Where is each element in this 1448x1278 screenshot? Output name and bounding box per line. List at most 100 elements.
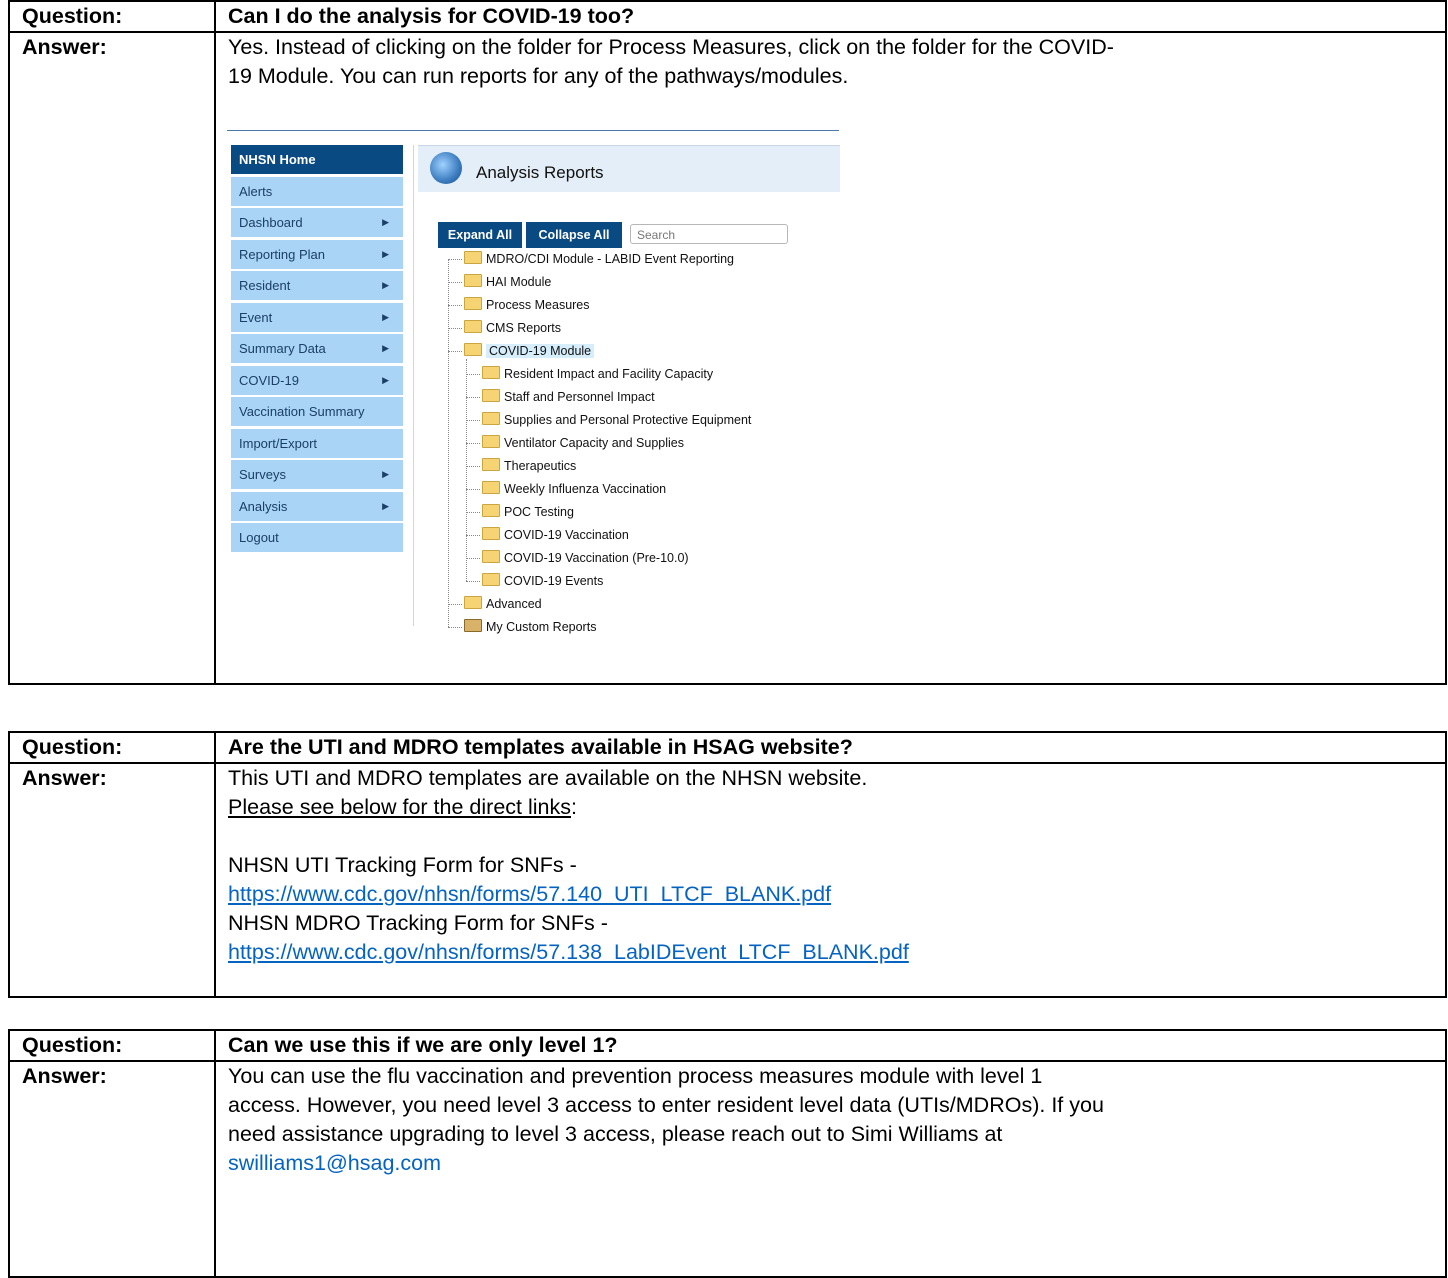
chevron-right-icon: ▶ xyxy=(382,217,389,227)
chevron-right-icon: ▶ xyxy=(382,469,389,479)
menu-item[interactable]: Dashboard ▶ xyxy=(231,208,403,237)
tree-folder-item[interactable]: Therapeutics xyxy=(466,456,576,476)
tree-connector xyxy=(448,604,462,606)
tree-connector xyxy=(466,359,467,581)
chevron-right-icon: ▶ xyxy=(382,500,389,511)
search-input[interactable]: Search xyxy=(630,224,788,244)
panel-title: Analysis Reports xyxy=(476,163,604,182)
mdro-form-label: NHSN MDRO Tracking Form for SNFs - xyxy=(228,911,608,935)
uti-form-label: NHSN UTI Tracking Form for SNFs - xyxy=(228,853,577,877)
folder-icon xyxy=(464,343,482,356)
tree-connector xyxy=(448,259,462,261)
tree-folder-item[interactable]: Process Measures xyxy=(448,295,590,315)
folder-icon xyxy=(482,458,500,471)
tree-item-label: Ventilator Capacity and Supplies xyxy=(504,436,684,450)
tree-item-label: POC Testing xyxy=(504,505,574,519)
menu-item-label: COVID-19 xyxy=(239,372,299,388)
menu-item[interactable]: COVID-19 ▶ xyxy=(231,365,403,395)
analysis-globe-icon xyxy=(430,152,462,184)
menu-item[interactable]: Import/Export xyxy=(231,428,403,458)
expand-all-button[interactable]: Expand All xyxy=(438,222,522,248)
report-icon xyxy=(464,619,482,632)
tree-folder-item[interactable]: COVID-19 Vaccination xyxy=(466,525,629,545)
tree-connector xyxy=(448,259,449,627)
tree-item-label: Advanced xyxy=(486,597,542,611)
panel-header: Analysis Reports xyxy=(418,145,840,192)
menu-item[interactable]: Vaccination Summary xyxy=(231,397,403,426)
menu-item-label: Surveys xyxy=(239,467,286,482)
folder-icon xyxy=(482,573,500,586)
tree-item-label: COVID-19 Vaccination xyxy=(504,528,629,542)
divider xyxy=(227,130,839,131)
folder-icon xyxy=(464,251,482,264)
tree-item-label: MDRO/CDI Module - LABID Event Reporting xyxy=(486,252,735,266)
folder-icon xyxy=(482,481,500,494)
tree-item-label: Supplies and Personal Protective Equipme… xyxy=(504,413,752,427)
folder-icon xyxy=(482,389,500,402)
qa-table-level1: Question: Can we use this if we are only… xyxy=(8,1029,1447,1278)
menu-item[interactable]: Resident ▶ xyxy=(231,271,403,300)
answer-line: access. However, you need level 3 access… xyxy=(228,1093,1104,1117)
menu-item[interactable]: Logout xyxy=(231,523,403,552)
qa-table-templates: Question: Are the UTI and MDRO templates… xyxy=(8,731,1447,998)
menu-item[interactable]: Alerts xyxy=(231,176,403,206)
menu-item[interactable]: Reporting Plan ▶ xyxy=(231,239,403,269)
menu-item[interactable]: Summary Data ▶ xyxy=(231,334,403,363)
tree-connector xyxy=(466,489,480,491)
tree-folder-item[interactable]: Advanced xyxy=(448,594,542,614)
menu-item-label: Dashboard xyxy=(239,215,303,230)
tree-folder-item[interactable]: COVID-19 Module xyxy=(448,341,595,361)
menu-item[interactable]: NHSN Home xyxy=(231,145,403,174)
collapse-all-button[interactable]: Collapse All xyxy=(526,222,622,248)
folder-icon xyxy=(464,320,482,333)
tree-folder-item[interactable]: CMS Reports xyxy=(448,318,561,338)
menu-item[interactable]: Surveys ▶ xyxy=(231,460,403,489)
menu-item[interactable]: Event ▶ xyxy=(231,302,403,332)
question-text: Are the UTI and MDRO templates available… xyxy=(214,731,1447,764)
question-text: Can we use this if we are only level 1? xyxy=(214,1029,1447,1062)
tree-item-label: COVID-19 Events xyxy=(504,574,604,588)
answer-cell: This UTI and MDRO templates are availabl… xyxy=(214,762,1447,998)
answer-label: Answer: xyxy=(8,762,216,998)
tree-connector xyxy=(466,466,480,468)
underlined-text: Please see below for the direct links xyxy=(228,795,571,819)
mdro-form-link[interactable]: https://www.cdc.gov/nhsn/forms/57.138_La… xyxy=(228,938,1445,967)
tree-connector xyxy=(448,282,462,284)
nhsn-analysis-screenshot: NHSN Home Alerts Dashboard ▶ Reporting Plan ▶… xyxy=(227,121,840,634)
tree-item-label: Therapeutics xyxy=(504,459,577,473)
uti-form-link[interactable]: https://www.cdc.gov/nhsn/forms/57.140_UT… xyxy=(228,880,1445,909)
chevron-right-icon: ▶ xyxy=(382,280,389,290)
answer-cell: Yes. Instead of clicking on the folder f… xyxy=(214,31,1447,685)
folder-icon xyxy=(482,435,500,448)
tree-folder-item[interactable]: COVID-19 Events xyxy=(466,571,603,591)
tree-item-label: Weekly Influenza Vaccination xyxy=(504,482,667,496)
tree-item-label: HAI Module xyxy=(486,275,552,289)
tree-item-label: Process Measures xyxy=(486,298,590,312)
tree-folder-item[interactable]: MDRO/CDI Module - LABID Event Reporting xyxy=(448,249,734,269)
tree-folder-item[interactable]: HAI Module xyxy=(448,272,551,292)
tree-connector xyxy=(466,397,480,399)
contact-email-link[interactable]: swilliams1@hsag.com xyxy=(228,1149,1445,1178)
menu-item-label: Logout xyxy=(239,530,279,545)
tree-folder-item[interactable]: Supplies and Personal Protective Equipme… xyxy=(466,410,751,430)
tree-folder-item[interactable]: Resident Impact and Facility Capacity xyxy=(466,364,713,384)
tree-folder-item[interactable]: POC Testing xyxy=(466,502,574,522)
qa-table-covid: Question: Can I do the analysis for COVI… xyxy=(8,0,1447,685)
tree-item-label: Resident Impact and Facility Capacity xyxy=(504,367,714,381)
question-text: Can I do the analysis for COVID-19 too? xyxy=(214,0,1447,33)
chevron-right-icon: ▶ xyxy=(382,248,389,259)
tree-item-label: My Custom Reports xyxy=(486,620,597,634)
tree-folder-item[interactable]: COVID-19 Vaccination (Pre-10.0) xyxy=(466,548,689,568)
menu-item-label: Alerts xyxy=(239,183,273,199)
question-label: Question: xyxy=(8,1029,216,1062)
question-label: Question: xyxy=(8,731,216,764)
folder-icon xyxy=(464,274,482,287)
answer-cell: You can use the flu vaccination and prev… xyxy=(214,1060,1447,1278)
tree-folder-item[interactable]: Weekly Influenza Vaccination xyxy=(466,479,666,499)
tree-folder-item[interactable]: Staff and Personnel Impact xyxy=(466,387,655,407)
answer-line: need assistance upgrading to level 3 acc… xyxy=(228,1122,1003,1146)
tree-folder-item[interactable]: Ventilator Capacity and Supplies xyxy=(466,433,684,453)
menu-item[interactable]: Analysis ▶ xyxy=(231,491,403,521)
tree-item-reports[interactable]: My Custom Reports xyxy=(448,617,596,637)
tree-connector xyxy=(466,535,480,537)
